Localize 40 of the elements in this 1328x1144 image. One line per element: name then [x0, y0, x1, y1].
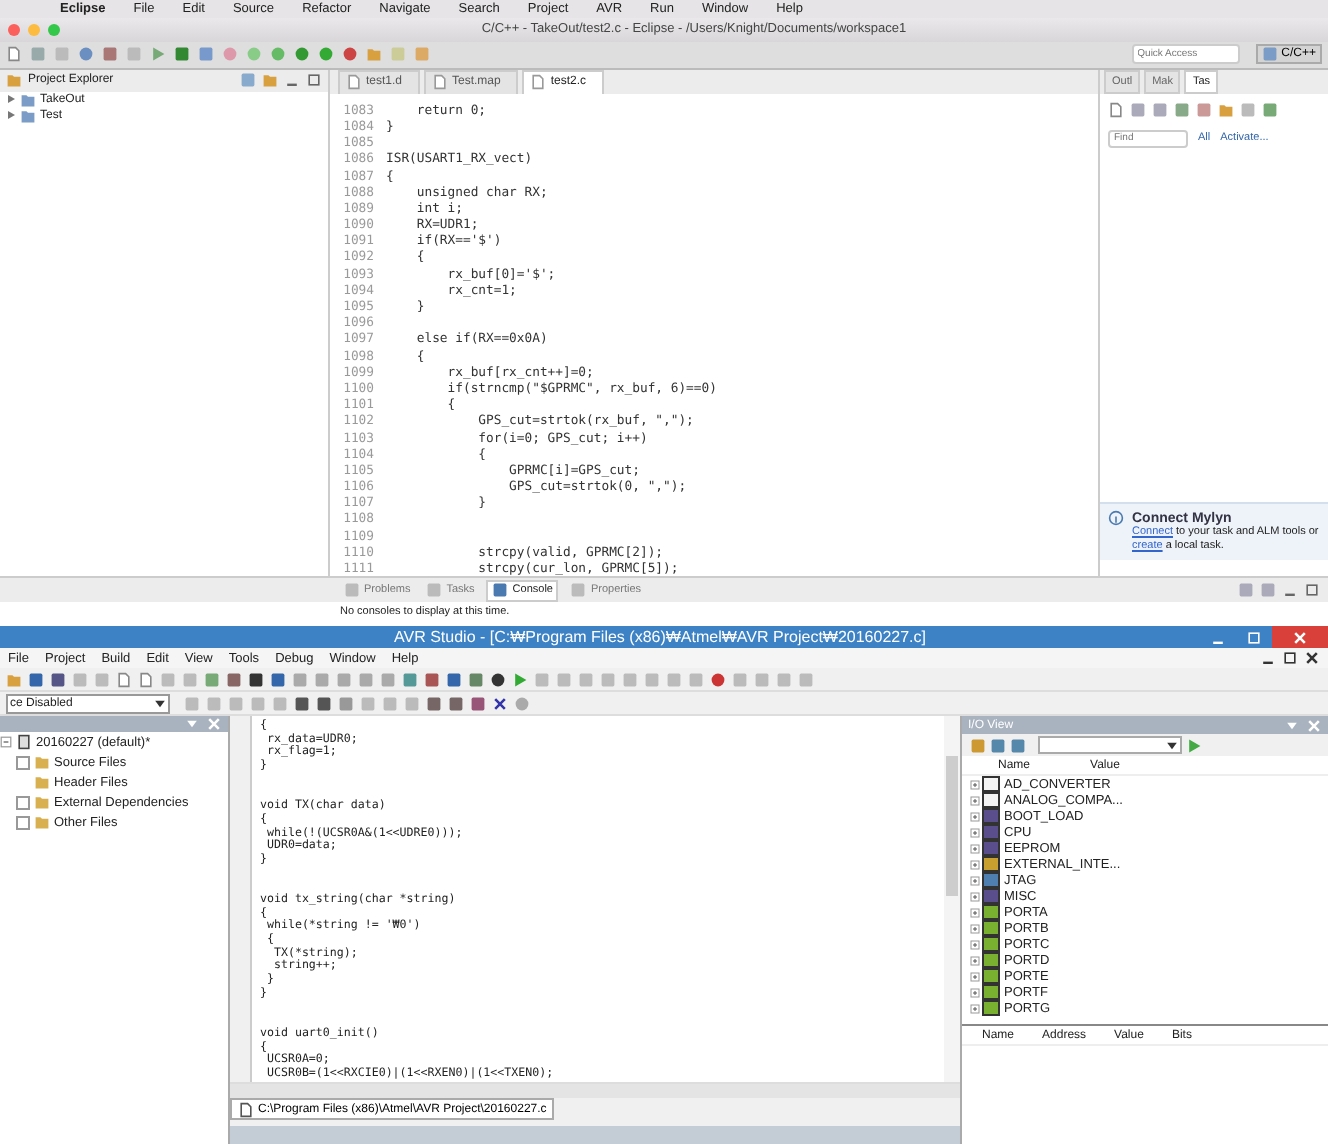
square-icon[interactable]	[270, 671, 286, 687]
dropdown[interactable]	[1038, 736, 1182, 754]
disclosure-arrow-icon[interactable]	[6, 94, 16, 105]
square-icon[interactable]	[294, 695, 310, 711]
square-icon[interactable]	[316, 695, 332, 711]
page-icon	[432, 74, 449, 91]
folder-icon[interactable]	[1218, 101, 1234, 118]
disclosure-arrow-icon[interactable]	[6, 110, 16, 121]
chip-icon	[16, 734, 32, 750]
square-icon[interactable]	[448, 695, 464, 711]
page-icon[interactable]	[6, 46, 22, 63]
scrollbar[interactable]	[944, 716, 960, 1082]
square-icon	[344, 582, 360, 599]
play-icon[interactable]	[150, 46, 166, 63]
collapse-icon[interactable]	[0, 736, 12, 748]
close-icon[interactable]	[492, 695, 508, 711]
square-icon[interactable]	[248, 671, 264, 687]
close-button[interactable]	[1272, 626, 1328, 648]
square-icon	[426, 582, 443, 599]
window-title: AVR Studio - [C:₩Program Files (x86)₩Atmel₩AVR Project₩20160227.c]	[392, 628, 928, 646]
page-icon	[530, 74, 547, 91]
caret-icon	[1164, 738, 1180, 754]
maximize-icon	[1246, 629, 1262, 645]
square-icon	[1261, 46, 1278, 63]
square-icon[interactable]	[426, 695, 442, 711]
maximize-icon[interactable]	[1282, 650, 1298, 666]
square-icon[interactable]	[28, 671, 44, 687]
page-icon	[346, 74, 362, 91]
circle-icon[interactable]	[490, 671, 506, 687]
square-icon[interactable]	[446, 671, 462, 687]
square-icon[interactable]	[50, 671, 66, 687]
square-icon[interactable]	[470, 695, 486, 711]
scrollbar[interactable]	[230, 1082, 960, 1098]
info-icon	[1108, 510, 1124, 527]
square-icon	[492, 582, 509, 599]
page-icon[interactable]	[1108, 101, 1124, 118]
close-icon[interactable]	[1304, 650, 1320, 666]
folder-icon[interactable]	[366, 46, 382, 63]
close-icon	[1292, 629, 1308, 645]
square-icon	[570, 582, 587, 599]
